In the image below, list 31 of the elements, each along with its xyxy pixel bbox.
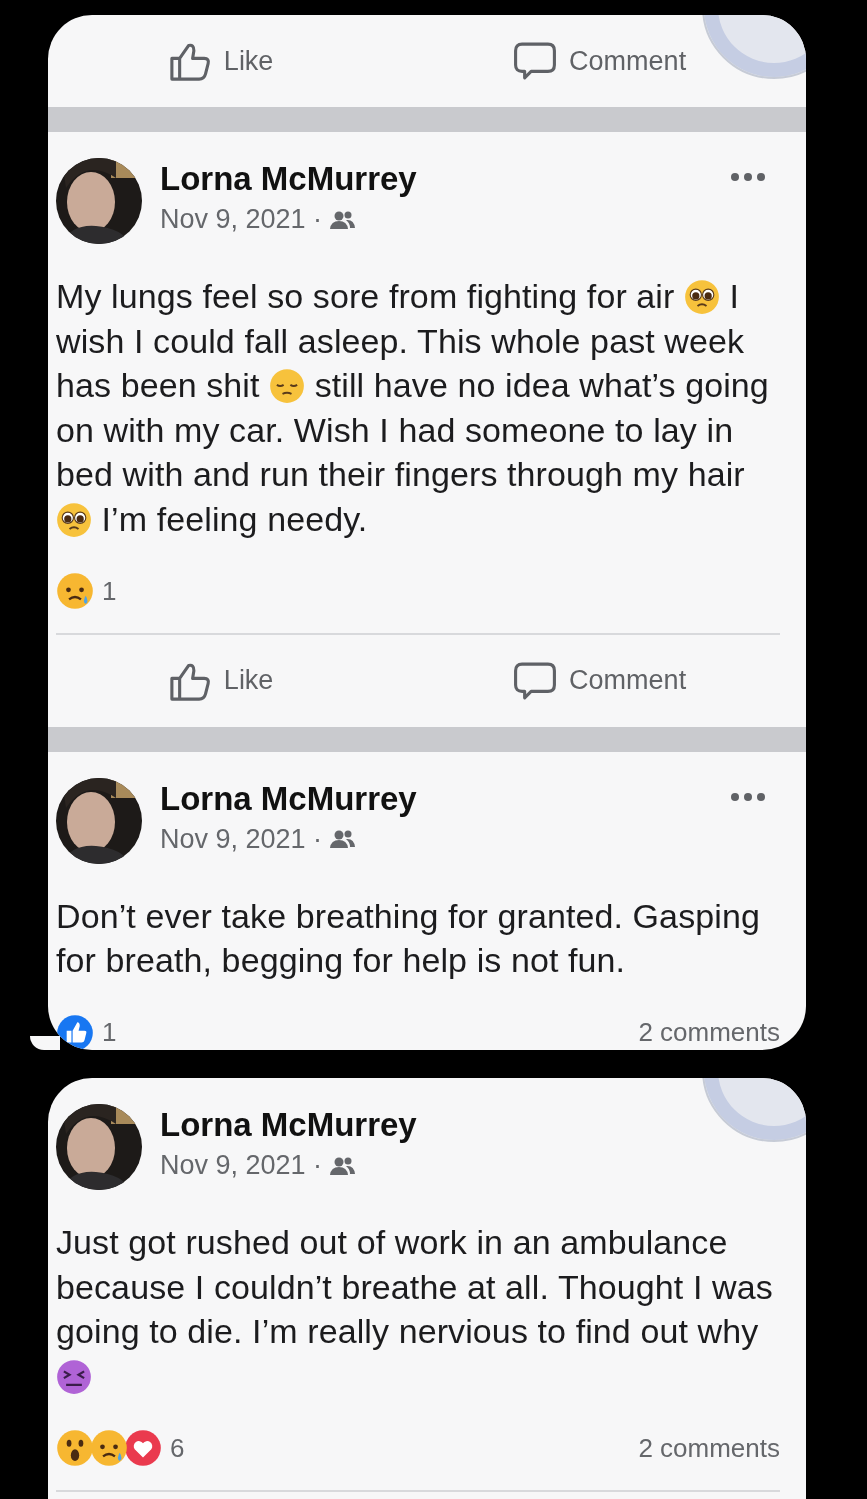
comment-button[interactable]: Comment [513,31,687,91]
post-text: Don’t ever take breathing for granted. Gasping for breath, begging for help is not fun. [56,895,761,981]
reaction-count[interactable]: 1 [102,575,117,607]
reaction-count[interactable]: 6 [170,1432,185,1464]
author-name[interactable]: Lorna McMurrey [160,779,417,818]
comment-button[interactable]: Comment [513,650,687,711]
more-options-icon[interactable] [730,791,766,802]
pensive-face-icon [269,368,306,404]
like-button[interactable]: Like [167,31,274,91]
wow-reaction-icon [56,1429,94,1467]
sad-reaction-icon [56,572,94,610]
friends-icon [330,209,357,230]
post-text: Just got rushed out of work in an ambulance because I couldn’t breathe at all. Thought I was going to die. I’m really nervious to find out why [56,1220,786,1398]
comment-count[interactable]: 2 comments [638,1017,780,1048]
sad-reaction-icon [90,1429,128,1467]
pleading-face-icon [56,501,92,538]
heart-reaction-icon [124,1429,162,1467]
pleading-face-icon [684,279,720,315]
post-date: Nov 9, 2021 · [160,204,323,235]
dizzy-face-icon [56,1358,92,1395]
post-date: Nov 9, 2021 · [160,823,323,855]
author-name[interactable]: Lorna McMurrey [160,1106,417,1144]
friends-icon [330,1155,357,1176]
like-button[interactable]: Like [167,650,274,711]
post-date: Nov 9, 2021 · [160,1150,323,1181]
more-options-icon[interactable] [730,172,766,182]
author-name[interactable]: Lorna McMurrey [160,160,417,198]
comment-count[interactable]: 2 comments [638,1432,780,1464]
friends-icon [330,829,357,849]
post-text: My lungs feel so sore from fighting for air I wish I could fall asleep. This whole past week has been shit still have no idea what’s going on with my car. Wish I had someone to lay in bed with and run their fingers through my hair I’m feeling needy. [56,276,770,540]
reaction-count[interactable]: 1 [102,1017,117,1048]
